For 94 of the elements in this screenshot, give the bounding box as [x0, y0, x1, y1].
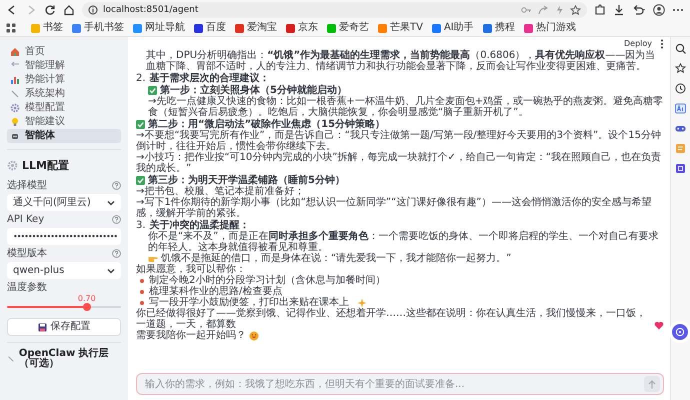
bookmark[interactable]: 爱淘宝: [235, 23, 277, 33]
bookmark[interactable]: 网址导航: [133, 23, 185, 33]
section-heading: LLM配置: [22, 158, 69, 173]
info-icon: [88, 5, 98, 15]
address-bar[interactable]: localhost:8501/agent: [82, 2, 587, 18]
house-icon: [10, 47, 20, 57]
list-item: 写一段开学小鼓励便签，打印出来贴在课本上: [149, 297, 349, 308]
apps-grid-icon[interactable]: [6, 23, 16, 33]
bullet-icon: [140, 300, 144, 304]
star-icon[interactable]: [675, 63, 686, 74]
heart-icon: [654, 321, 664, 330]
section-title: 关于冲突的温柔提醒：: [150, 220, 250, 231]
nav-item[interactable]: 势能计算: [7, 73, 121, 87]
ai-icon[interactable]: [675, 103, 686, 114]
bullet-icon: [140, 290, 144, 294]
diagonal-line-icon: [10, 89, 20, 99]
message-paragraph: →小技巧：把作业按“可10分钟内完成的小块”拆解，每完成一块就打个✓，给自己一句肯定：“我在照顾自己，也在负责我的成长。”: [136, 152, 662, 174]
message-paragraph: 饥饿不是拖延的借口，而是身体在说：“请先爱我一下，我才能陪你一起努力。”: [161, 253, 512, 264]
floating-assistant-button[interactable]: [672, 324, 688, 340]
chevron-down-icon: [107, 200, 115, 206]
list-item: 制定今晚2小时的分段学习计划（含休息与加餐时间）: [149, 275, 386, 286]
bar-chart-icon: [10, 75, 20, 85]
pointing-hand-icon: [148, 254, 158, 263]
step-title: 第二步：用“微启动法”破除作业焦虑（15分钟策略）: [148, 119, 386, 130]
robot-icon: [10, 131, 20, 141]
dropdown[interactable]: qwen-plus: [7, 262, 121, 279]
slider-value: 0.70: [78, 295, 96, 303]
chat-input[interactable]: 输入你的需求，例如：我饿了想吃东西，但明天有个重要的面试要准备...: [136, 373, 664, 395]
field-label: API Key: [7, 214, 44, 224]
nav-item[interactable]: 智能理解: [7, 59, 121, 73]
download-icon[interactable]: [613, 4, 625, 16]
help-icon[interactable]: [112, 181, 121, 190]
field-label: 选择模型: [7, 180, 47, 190]
save-button[interactable]: 保存配置: [7, 318, 121, 336]
bookmark[interactable]: 芒果TV: [378, 23, 423, 33]
diagonal-line-icon: [7, 354, 15, 364]
field-label: 温度参数: [7, 281, 48, 294]
chevron-down-icon: [107, 268, 115, 274]
list-number: 3.: [136, 220, 146, 231]
bookmark[interactable]: 百度: [194, 23, 226, 33]
message-paragraph: 其中，DPU分析明确指出：“饥饿”作为最基础的生理需求，当前势能最高（0.6806），具有优先响应权——因为当血糖下降、胃部不适时，人的专注力、情绪调节力和执行功能会显著下降，反而会让写作业变得更困难、更痛苦。: [145, 50, 656, 72]
smiling-face-icon: [249, 331, 259, 341]
bookmark[interactable]: 携程: [482, 23, 515, 33]
profile-icon[interactable]: [653, 4, 665, 16]
nav-item[interactable]: 系统架构: [7, 87, 121, 101]
nav-item[interactable]: 智能体: [7, 129, 121, 143]
bookmark[interactable]: 京东: [286, 23, 318, 33]
message-paragraph: 你不是“来不及”，而是正在同时承担多个重要角色：一个需要吃饭的身体、一个即将启程的学生、一个对自己有要求的年轻人。这本身就值得被看见和尊重。: [148, 231, 660, 253]
gear-icon: [10, 103, 20, 113]
deploy-button[interactable]: Deploy: [622, 40, 654, 48]
bookmark[interactable]: 爱奇艺: [327, 23, 369, 33]
undo-icon[interactable]: [632, 4, 646, 16]
nav-item[interactable]: 模型配置: [7, 101, 121, 115]
bookmark[interactable]: 热门游戏: [524, 23, 576, 33]
password-field[interactable]: ••••••••••••••••••••••••••••: [7, 228, 121, 245]
gear-icon: [7, 160, 18, 171]
step-title: 第三步：为明天开学温柔铺路（睡前5分钟）: [148, 175, 345, 186]
star-icon[interactable]: [570, 5, 581, 15]
home-icon[interactable]: [63, 4, 75, 16]
search-icon[interactable]: [675, 43, 686, 54]
checkbox-checked-icon: [136, 176, 145, 185]
more-vertical-icon[interactable]: [660, 38, 664, 48]
bullet-icon: [140, 278, 144, 282]
bulb-icon: [10, 117, 20, 127]
message-paragraph: →把书包、校服、笔记本提前准备好；: [136, 186, 306, 197]
message-paragraph: 如果愿意，我可以帮你：: [136, 264, 247, 275]
checkbox-checked-icon: [136, 120, 145, 129]
nav-item[interactable]: 智能建议: [7, 115, 121, 129]
sparkle-icon: [357, 298, 367, 308]
checkbox-checked-icon: [148, 86, 157, 95]
list-item: 梳理某科作业的思路/检查要点: [149, 286, 282, 297]
list-number: 2.: [136, 73, 146, 84]
bookmark[interactable]: 书签: [31, 23, 63, 33]
clock-icon[interactable]: [675, 83, 686, 94]
bookmark[interactable]: AI助手: [432, 23, 474, 33]
message-paragraph: →先吃一点健康又快速的食物：比如一根香蕉+一杯温牛奶、几片全麦面包+鸡蛋，或一碗热乎的燕麦粥。避免高糖零食（短暂兴奋后易疲惫）。吃饱后，大脑供能恢复，你会明显感觉“脑子重新开机了”。: [148, 96, 664, 118]
help-icon[interactable]: [112, 215, 121, 224]
help-icon[interactable]: [112, 249, 121, 258]
message-paragraph: →不要想“我要写完所有作业”，而是告诉自己：“我只专注做第一题/写第一段/整理好今天要用的3个资料”。设个15分钟倒计时，往往开始后，惯性会带你继续下去。: [136, 130, 662, 152]
message-paragraph: →写下1件你期待的新学期小事（比如“想认识一位新同学”“这门课好像很有趣”）——这会悄悄激活你的安全感与希望感，缓解开学前的紧张。: [136, 197, 652, 219]
bookmark[interactable]: 手机书签: [72, 23, 124, 33]
field-label: 模型版本: [7, 248, 47, 258]
slider-handle[interactable]: [82, 303, 91, 311]
nav-item[interactable]: 首页: [7, 45, 121, 59]
step-title: 第一步：立刻关照身体（5分钟就能启动）: [160, 85, 347, 96]
gamepad-icon[interactable]: [675, 123, 686, 134]
message-paragraph: 需要我陪你一起开始吗？: [136, 330, 246, 341]
app-icon[interactable]: [675, 163, 686, 174]
reload-icon[interactable]: [44, 4, 56, 16]
arrow-up-icon: [648, 380, 656, 388]
section-title: 基于需求层次的合理建议：: [150, 73, 270, 84]
message-paragraph: 你已经做得很好了——觉察到饿、记得作业、还想着开学……这些都在说明：你在认真生活，我们慢慢来，一口饭，一道题，一天，都算数: [136, 308, 647, 330]
dropdown[interactable]: 通义千问(阿里云): [7, 194, 121, 211]
section-heading: OpenClaw 执行层（可选）: [18, 349, 110, 369]
